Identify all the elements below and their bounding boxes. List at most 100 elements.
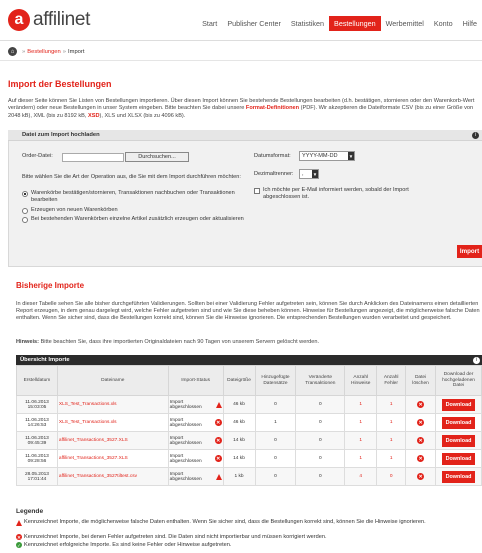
col-fehler: Anzahl Fehler xyxy=(376,365,407,396)
error-icon: ✕ xyxy=(214,437,222,444)
legend-ok: ✓ Kennzeichnet erfolgreiche Importe. Es … xyxy=(16,542,476,549)
nav-publisher-center[interactable]: Publisher Center xyxy=(222,16,286,31)
download-button[interactable]: Download xyxy=(441,434,476,447)
nav-bestellungen[interactable]: Bestellungen xyxy=(329,16,381,31)
option-update-items[interactable]: Bei bestehenden Warenkörben einzelne Art… xyxy=(22,216,247,223)
order-file-input[interactable] xyxy=(62,153,124,162)
option-confirm-cancel[interactable]: Warenkörbe bestätigen/stornieren, Transa… xyxy=(22,190,247,204)
home-icon[interactable]: ⌂ xyxy=(8,47,17,56)
time-text: 09:28:56 xyxy=(27,458,47,464)
nav-konto[interactable]: Konto xyxy=(429,16,458,31)
radio-update-items[interactable] xyxy=(22,217,28,223)
info-icon[interactable]: i xyxy=(473,356,480,364)
nav-start[interactable]: Start xyxy=(197,16,222,31)
logo-mark: a xyxy=(8,9,30,31)
xsd-link[interactable]: XSD xyxy=(88,113,100,119)
delete-icon[interactable]: ✕ xyxy=(417,401,425,408)
row-errors: 1 xyxy=(376,431,407,450)
radio-new-baskets[interactable] xyxy=(22,208,28,214)
table-row: 11.06.2013 15:03:05 XLS_Test_Transactions… xyxy=(16,395,482,414)
file-link[interactable]: affilinet_Transactions_3527.XLS xyxy=(56,431,169,450)
affilinet-logo[interactable]: a affilinet xyxy=(8,9,90,31)
email-notify-option[interactable]: Ich möchte per E-Mail informiert werden,… xyxy=(254,187,444,201)
row-changed: 0 xyxy=(295,413,346,432)
col-loeschen: Datei löschen xyxy=(405,365,437,396)
browse-button[interactable]: Durchsuchen... xyxy=(125,152,189,162)
download-button[interactable]: Download xyxy=(441,452,476,465)
delete-icon[interactable]: ✕ xyxy=(417,455,425,462)
status-text: Import abgeschlossen xyxy=(169,399,202,410)
nav-hilfe[interactable]: Hilfe xyxy=(458,16,482,31)
legend-error-text: Kennzeichnet Importe, bei denen Fehler a… xyxy=(24,534,327,540)
col-dateiname: Dateiname xyxy=(56,365,169,396)
email-notify-checkbox[interactable] xyxy=(254,188,260,194)
col-dateigroesse: Dateigröße xyxy=(222,365,256,396)
file-link[interactable]: affilinet_Transactions_3527tiltest.csv xyxy=(56,467,169,486)
col-download: Download der hochgeladenen Datei xyxy=(435,365,482,396)
legend-title: Legende xyxy=(16,508,44,515)
row-status: Import abgeschlossen xyxy=(167,395,224,414)
breadcrumb-bestellungen[interactable]: Bestellungen xyxy=(27,49,61,55)
warning-icon xyxy=(215,473,222,480)
error-icon: ✕ xyxy=(16,534,22,540)
nav-werbemittel[interactable]: Werbemittel xyxy=(381,16,429,31)
logo-text: affilinet xyxy=(33,9,91,30)
header-divider xyxy=(0,40,482,41)
history-intro: In dieser Tabelle sehen Sie alle bisher … xyxy=(16,301,480,322)
row-download: Download xyxy=(435,413,482,432)
row-hints: 1 xyxy=(344,395,378,414)
row-added: 0 xyxy=(254,449,297,468)
row-download: Download xyxy=(435,467,482,486)
legend-error: ✕ Kennzeichnet Importe, bei denen Fehler… xyxy=(16,534,476,541)
page-title: Import der Bestellungen xyxy=(8,79,112,89)
row-hints: 1 xyxy=(344,413,378,432)
file-link[interactable]: XLS_Test_Transactions.xls xyxy=(56,395,169,414)
row-errors: 0 xyxy=(376,467,407,486)
legend-warning-text: Kennzeichnet Importe, die möglicherweise… xyxy=(24,519,426,525)
date-format-select[interactable]: YYYY-MM-DD ▼ xyxy=(299,151,355,161)
file-link[interactable]: affilinet_Transactions_3527.XLS xyxy=(56,449,169,468)
option-label: Erzeugen von neuen Warenkörben xyxy=(31,207,118,213)
row-added: 0 xyxy=(254,431,297,450)
time-text: 14:26:53 xyxy=(27,422,47,428)
download-button[interactable]: Download xyxy=(441,416,476,429)
imports-table-title: Übersicht Importe xyxy=(20,357,70,363)
history-hint: Hinweis: Bitte beachten Sie, dass ihre i… xyxy=(16,339,480,345)
download-button[interactable]: Download xyxy=(441,398,476,411)
check-icon: ✓ xyxy=(16,542,22,548)
nav-statistiken[interactable]: Statistiken xyxy=(286,16,329,31)
row-date: 11.06.2013 09:45:39 xyxy=(16,431,58,450)
row-changed: 0 xyxy=(295,467,346,486)
legend-warning: Kennzeichnet Importe, die möglicherweise… xyxy=(16,519,476,526)
delete-icon[interactable]: ✕ xyxy=(417,473,425,480)
row-delete: ✕ xyxy=(405,413,437,432)
breadcrumb-import: Import xyxy=(68,48,85,55)
row-delete: ✕ xyxy=(405,467,437,486)
row-status: Import abgeschlossen ✕ xyxy=(167,449,224,468)
option-new-baskets[interactable]: Erzeugen von neuen Warenkörben xyxy=(22,207,118,214)
row-errors: 1 xyxy=(376,449,407,468)
radio-confirm-cancel[interactable] xyxy=(22,191,28,197)
delete-icon[interactable]: ✕ xyxy=(417,419,425,426)
row-errors: 1 xyxy=(376,413,407,432)
import-button[interactable]: Import xyxy=(457,245,482,258)
download-button[interactable]: Download xyxy=(441,470,476,483)
file-link[interactable]: XLS_Test_Transactions.xls xyxy=(56,413,169,432)
chevron-down-icon: ▼ xyxy=(348,152,354,160)
col-import-status: Import-Status xyxy=(167,365,224,396)
table-row: 11.06.2013 14:26:53 XLS_Test_Transactions… xyxy=(16,413,482,432)
warning-icon xyxy=(215,401,222,408)
row-download: Download xyxy=(435,395,482,414)
format-definitions-link[interactable]: Format-Definitionen xyxy=(246,105,299,111)
error-icon: ✕ xyxy=(214,455,222,462)
table-row: 11.06.2013 09:28:56 affilinet_Transaction… xyxy=(16,449,482,468)
decimal-select[interactable]: , ▼ xyxy=(299,169,319,179)
row-date: 11.06.2013 15:03:05 xyxy=(16,395,58,414)
option-label: Warenkörbe bestätigen/stornieren, Transa… xyxy=(31,190,235,203)
info-icon[interactable]: i xyxy=(472,131,479,139)
date-format-label: Datumsformat: xyxy=(254,153,291,159)
row-size: 14 kb xyxy=(222,449,256,468)
delete-icon[interactable]: ✕ xyxy=(417,437,425,444)
email-notify-label: Ich möchte per E-Mail informiert werden,… xyxy=(263,187,409,200)
row-status: Import abgeschlossen ✕ xyxy=(167,431,224,450)
